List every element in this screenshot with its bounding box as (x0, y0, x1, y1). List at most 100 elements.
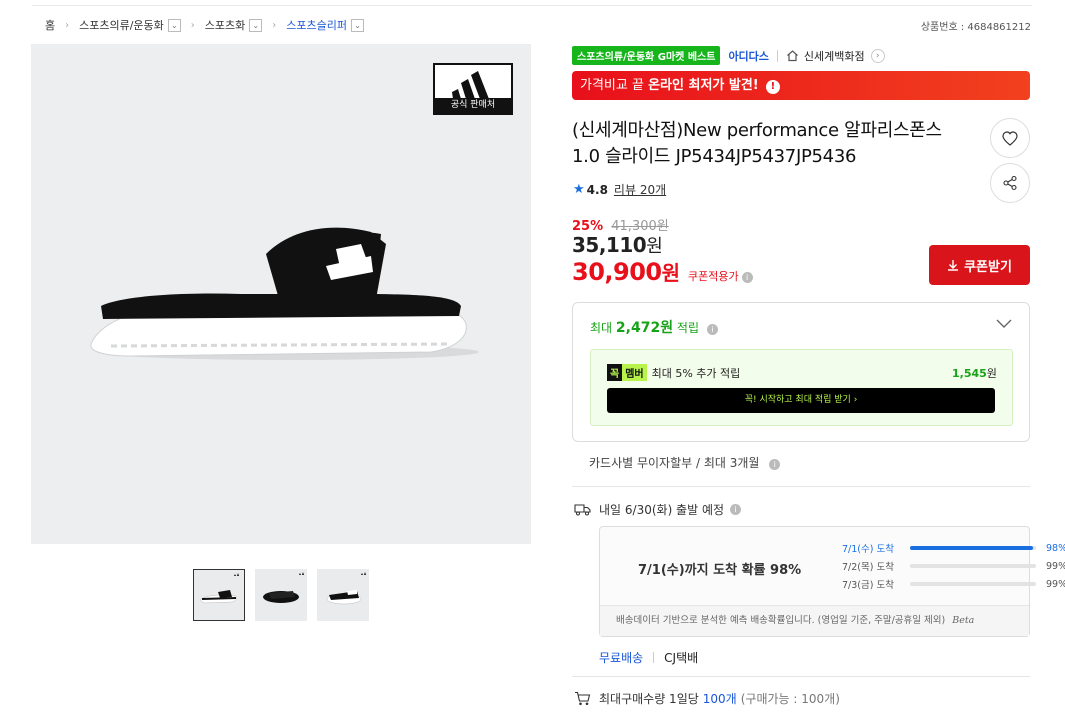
probability-row-pct: 98% (1046, 542, 1065, 554)
max-quantity: 최대구매수량 1일당 100개 (구매가능 : 100개) (574, 690, 840, 707)
product-title: (신세계마산점)New performance 알파리스폰스 1.0 슬라이드 … (572, 120, 942, 167)
membership-logo: 꼭 멤버 (607, 364, 647, 381)
max-qty-value: 100개 (702, 692, 737, 706)
wishlist-button[interactable] (990, 118, 1030, 158)
carrier-name: CJ택배 (664, 651, 699, 665)
thumbnail-3[interactable] (317, 569, 369, 621)
coupon-price: 30,900 원 쿠폰적용가 i (572, 257, 753, 286)
breadcrumb-level1[interactable]: 스포츠의류/운동화 (79, 17, 164, 33)
membership-text: 최대 5% 추가 적립 (651, 366, 741, 380)
probability-row: 7/3(금) 도착 99% (842, 577, 1065, 592)
breadcrumb-level3[interactable]: 스포츠슬리퍼 (286, 17, 347, 33)
home-icon (787, 50, 798, 62)
probability-row-label: 7/2(목) 도착 (842, 562, 894, 573)
share-icon (1003, 175, 1017, 191)
download-icon (948, 260, 959, 271)
store-name: 신세계백화점 (803, 49, 865, 63)
installment-text: 카드사별 무이자할부 / 최대 3개월 (589, 456, 760, 470)
best-badge[interactable]: 스포츠의류/운동화 G마켓 베스트 (572, 46, 721, 65)
thumbnail-image (263, 572, 304, 603)
rating-score: 4.8 (586, 182, 608, 197)
breadcrumb: 홈 › 스포츠의류/운동화 ⌄ › 스포츠화 ⌄ › 스포츠슬리퍼 ⌄ (45, 17, 365, 33)
delivery-note-text: 배송데이터 기반으로 분석한 예측 배송확률입니다. (영업일 기준, 주말/공… (616, 615, 946, 626)
membership-cta-button[interactable]: 꼭! 시작하고 최대 적립 받기 › (607, 388, 995, 413)
brand-link[interactable]: 아디다스 (728, 48, 768, 64)
dropdown-icon[interactable]: ⌄ (167, 18, 181, 32)
membership-logo-a: 꼭 (607, 364, 623, 381)
coupon-download-button[interactable]: 쿠폰받기 (929, 245, 1030, 285)
chevron-right-icon: › (65, 19, 70, 31)
delivery-note: 배송데이터 기반으로 분석한 예측 배송확률입니다. (영업일 기준, 주말/공… (600, 605, 1029, 636)
heart-icon (1002, 130, 1018, 146)
top-divider (32, 5, 1032, 6)
thumbnail-image (326, 572, 366, 605)
banner-highlight: 온라인 최저가 발견! (648, 78, 759, 93)
banner-prefix: 가격비교 끝 (580, 78, 644, 93)
tag-divider (776, 49, 778, 62)
thumbnail-image (199, 573, 239, 604)
installment-info: 카드사별 무이자할부 / 최대 3개월 i (589, 454, 781, 471)
probability-row-pct: 99% (1046, 578, 1065, 590)
cart-icon (575, 691, 591, 706)
coupon-price-unit: 원 (661, 261, 681, 285)
info-icon: ! (765, 80, 780, 94)
sale-price-unit: 원 (646, 236, 663, 257)
shipping-line: 내일 6/30(화) 출발 예정 i (574, 501, 742, 518)
probability-bar (910, 564, 1036, 568)
coupon-price-label: 쿠폰적용가 (688, 270, 739, 283)
thumbnail-2[interactable] (255, 569, 307, 621)
sale-price-value: 35,110 (572, 233, 647, 257)
info-icon[interactable]: i (769, 459, 781, 470)
section-divider (572, 486, 1030, 487)
delivery-divider (653, 652, 655, 663)
rating: ★ 4.8 리뷰 20개 (573, 181, 666, 198)
probability-bar (910, 582, 1036, 586)
probability-fill (910, 546, 1034, 550)
delivery-probability-main: 7/1(수)까지 도착 확률 98% (638, 563, 802, 578)
points-prefix: 최대 (590, 321, 613, 335)
slide-sandal-image (90, 227, 479, 360)
points-amount: 2,472원 (615, 320, 674, 336)
max-qty-prefix: 최대구매수량 1일당 (599, 692, 699, 706)
membership-line: 꼭 멤버 최대 5% 추가 적립 (607, 364, 740, 381)
membership-value: 1,545원 (952, 365, 997, 381)
breadcrumb-home[interactable]: 홈 (45, 17, 55, 33)
breadcrumb-level2[interactable]: 스포츠화 (205, 17, 245, 33)
review-count-link[interactable]: 리뷰 20개 (614, 181, 666, 198)
probability-row: 7/1(수) 도착 98% (842, 541, 1065, 556)
dropdown-icon[interactable]: ⌄ (351, 18, 365, 32)
probability-row-pct: 99% (1046, 560, 1065, 572)
points-header[interactable]: 최대 2,472원 적립 i (590, 317, 718, 337)
sale-price: 35,110원 (572, 232, 663, 258)
official-seller-label: 공식 판매처 (435, 98, 511, 113)
chevron-down-icon[interactable] (996, 318, 1012, 332)
chevron-right-icon: › (190, 19, 195, 31)
adidas-logo-icon (452, 71, 489, 99)
max-qty-suffix: (구매가능 : 100개) (740, 692, 840, 706)
probability-row-label: 7/1(수) 도착 (842, 544, 894, 555)
info-icon[interactable]: i (730, 504, 742, 515)
product-number: 상품번호 : 4684861212 (920, 22, 1031, 33)
probability-bar (910, 546, 1036, 550)
lowest-price-banner[interactable]: 가격비교 끝 온라인 최저가 발견! ! (572, 71, 1030, 100)
info-icon: i (706, 324, 718, 335)
star-icon: ★ (573, 182, 585, 197)
thumbnail-1[interactable] (193, 569, 245, 621)
membership-value-amount: 1,545 (952, 367, 987, 380)
shipping-label: 내일 6/30(화) 출발 예정 (599, 503, 725, 517)
official-seller-badge: 공식 판매처 (433, 63, 513, 115)
store-link[interactable]: 신세계백화점 › (786, 48, 885, 64)
section-divider (572, 676, 1030, 677)
dropdown-icon[interactable]: ⌄ (249, 18, 263, 32)
free-shipping-label: 무료배송 (599, 651, 644, 665)
info-icon[interactable]: i (741, 272, 753, 283)
chevron-right-icon: › (870, 48, 885, 63)
truck-icon (574, 504, 591, 516)
product-main-image (31, 44, 531, 544)
coupon-button-label: 쿠폰받기 (964, 259, 1012, 275)
membership-logo-b: 멤버 (622, 364, 647, 381)
coupon-price-value: 30,900 (572, 258, 662, 286)
membership-value-unit: 원 (986, 367, 997, 380)
share-button[interactable] (990, 163, 1030, 203)
product-tags: 스포츠의류/운동화 G마켓 베스트 아디다스 신세계백화점 › (572, 46, 885, 65)
